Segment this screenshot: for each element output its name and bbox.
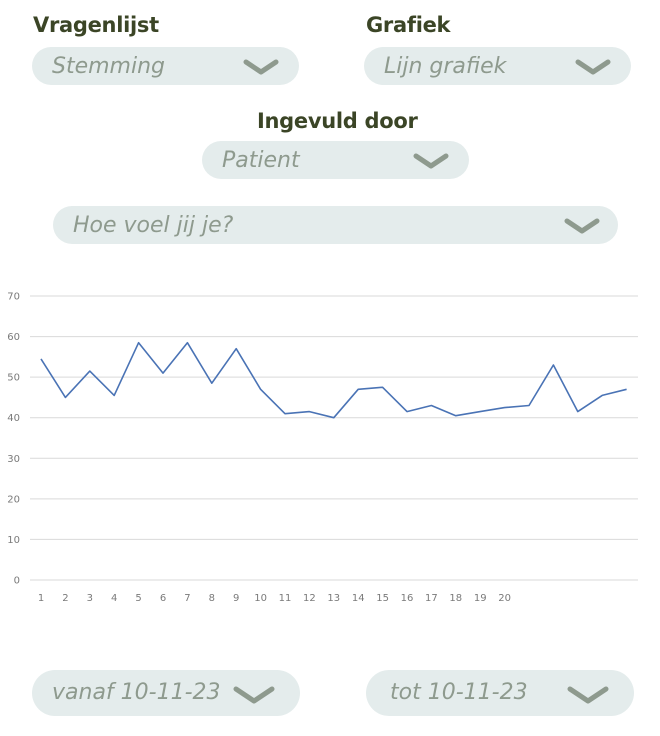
chevron-down-icon [566, 686, 609, 704]
series-line [40, 341, 627, 419]
x-tick-label: 15 [376, 593, 389, 604]
chevron-down-icon [563, 218, 601, 234]
question-value: Hoe voel jij je? [73, 213, 234, 238]
graph-type-dropdown[interactable]: Lijn grafiek [364, 47, 631, 85]
y-tick-label: 20 [7, 494, 20, 505]
x-tick-label: 9 [233, 593, 239, 604]
questionnaire-value: Stemming [52, 54, 166, 79]
date-to-dropdown[interactable]: tot 10-11-23 [366, 670, 634, 716]
x-tick-label: 11 [279, 593, 292, 604]
line-chart: 0102030405060701 2 3 4 5 6 7 8 9 10 11 12 13 14 15 16 17… [7, 292, 638, 604]
y-tick-label: 60 [7, 332, 20, 343]
x-tick-label: 2 [62, 593, 68, 604]
questionnaire-label: Vragenlijst [33, 13, 159, 37]
chevron-down-icon [232, 686, 275, 704]
filled-by-dropdown[interactable]: Patient [202, 141, 469, 179]
y-tick-label: 40 [7, 413, 20, 424]
x-tick-label: 3 [87, 593, 93, 604]
x-tick-label: 1 [38, 593, 44, 604]
y-tick-label: 0 [14, 576, 20, 587]
y-tick-label: 30 [7, 454, 20, 465]
y-tick-label: 70 [7, 292, 20, 303]
x-tick-label: 6 [160, 593, 166, 604]
x-tick-label: 5 [135, 593, 141, 604]
x-tick-label: 20 [498, 593, 511, 604]
date-from-dropdown[interactable]: vanaf 10-11-23 [32, 670, 300, 716]
date-to-value: tot 10-11-23 [390, 680, 528, 705]
x-tick-label: 17 [425, 593, 438, 604]
chevron-down-icon [412, 153, 450, 169]
question-dropdown[interactable]: Hoe voel jij je? [53, 206, 618, 244]
x-tick-label: 7 [184, 593, 190, 604]
x-tick-label: 18 [449, 593, 462, 604]
x-tick-label: 4 [111, 593, 117, 604]
questionnaire-dropdown[interactable]: Stemming [32, 47, 299, 85]
x-tick-label: 12 [303, 593, 316, 604]
graph-type-label: Grafiek [366, 13, 451, 37]
filled-by-value: Patient [222, 148, 300, 173]
y-tick-label: 10 [7, 535, 20, 546]
y-tick-label: 50 [7, 373, 20, 384]
x-tick-label: 19 [474, 593, 487, 604]
x-tick-label: 8 [209, 593, 215, 604]
x-tick-label: 14 [352, 593, 365, 604]
filled-by-label: Ingevuld door [257, 109, 418, 133]
chevron-down-icon [242, 59, 280, 75]
graph-type-value: Lijn grafiek [384, 54, 507, 79]
date-from-value: vanaf 10-11-23 [52, 680, 221, 705]
chevron-down-icon [574, 59, 612, 75]
x-tick-label: 16 [401, 593, 414, 604]
x-tick-label: 10 [254, 593, 267, 604]
x-tick-label: 13 [327, 593, 340, 604]
